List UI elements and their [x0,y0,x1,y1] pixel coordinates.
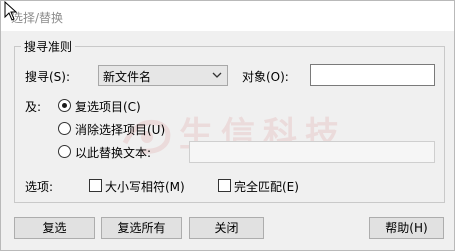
chevron-down-icon [212,72,222,78]
radio-deselect-items-label[interactable]: 消除选择项目(U) [75,121,165,138]
match-case-label[interactable]: 大小写相符(M) [105,178,185,195]
radio-select-items-label[interactable]: 复选项目(C) [75,98,141,115]
mouse-cursor-icon [4,1,18,21]
radio-select-items[interactable] [58,99,71,112]
select-button[interactable]: 复选 [14,217,95,239]
scope-label: 及: [25,100,42,114]
search-label: 搜寻(S): [25,70,71,84]
object-label: 对象(O): [242,70,289,84]
match-whole-label[interactable]: 完全匹配(E) [234,178,299,195]
title-bar: 选择/替换 [1,1,454,31]
radio-selected-dot [62,103,67,108]
search-select[interactable]: 新文件名 [98,65,228,86]
match-case-checkbox[interactable] [89,179,102,192]
close-button[interactable]: 关闭 [189,217,264,239]
select-replace-dialog: 选择/替换 生信科技 搜寻准则 搜寻(S): 新文件名 对象(O): 及: 复选… [0,0,455,251]
search-criteria-legend: 搜寻准则 [21,38,76,55]
radio-deselect-items[interactable] [58,122,71,135]
match-whole-checkbox[interactable] [218,179,231,192]
window-title: 选择/替换 [11,11,64,25]
replace-text-input[interactable] [189,141,435,163]
options-label: 选项: [25,180,54,194]
radio-replace-text[interactable] [58,145,71,158]
select-all-button[interactable]: 复选所有 [101,217,182,239]
object-input[interactable] [310,64,435,86]
search-select-value: 新文件名 [103,70,152,84]
help-button[interactable]: 帮助(H) [369,217,444,239]
radio-replace-text-label[interactable]: 以此替换文本: [75,144,151,161]
